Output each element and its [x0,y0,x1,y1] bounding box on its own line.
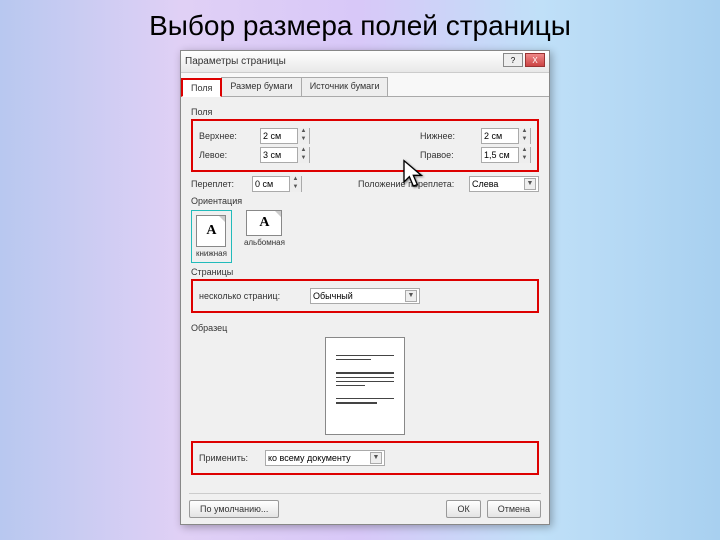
tab-fields[interactable]: Поля [181,78,222,97]
apply-to-label: Применить: [199,453,259,463]
margins-group-label: Поля [191,107,539,117]
pages-highlight: несколько страниц: Обычный▼ [191,279,539,313]
chevron-down-icon: ▼ [370,452,382,464]
orientation-portrait[interactable]: A книжная [196,215,227,258]
margins-highlight: Верхнее: ▲▼ Нижнее: ▲▼ Левое: ▲▼ [191,119,539,172]
cancel-button[interactable]: Отмена [487,500,541,518]
tab-paper-source[interactable]: Источник бумаги [301,77,389,96]
spin-up-icon[interactable]: ▲ [518,147,530,155]
spin-up-icon[interactable]: ▲ [297,128,309,136]
pages-label: Страницы [191,267,539,277]
left-margin-input[interactable]: ▲▼ [260,147,310,163]
titlebar: Параметры страницы ? X [181,51,549,73]
bottom-margin-input[interactable]: ▲▼ [481,128,531,144]
bottom-margin-label: Нижнее: [420,131,475,141]
tabs: Поля Размер бумаги Источник бумаги [181,73,549,97]
spin-down-icon[interactable]: ▼ [297,136,309,144]
multi-pages-label: несколько страниц: [199,291,304,301]
landscape-page-icon: A [246,210,282,236]
orientation-label: Ориентация [191,196,539,206]
gutter-pos-select[interactable]: Слева▼ [469,176,539,192]
top-margin-input[interactable]: ▲▼ [260,128,310,144]
gutter-label: Переплет: [191,179,246,189]
top-margin-label: Верхнее: [199,131,254,141]
spin-down-icon[interactable]: ▼ [297,155,309,163]
apply-highlight: Применить: ко всему документу▼ [191,441,539,475]
orientation-landscape[interactable]: A альбомная [244,210,285,263]
right-margin-label: Правое: [420,150,475,160]
apply-to-select[interactable]: ко всему документу▼ [265,450,385,466]
ok-button[interactable]: ОК [446,500,480,518]
dialog-title: Параметры страницы [185,56,286,67]
close-button[interactable]: X [525,53,545,67]
slide-title: Выбор размера полей страницы [0,10,720,42]
preview-label: Образец [191,323,539,333]
default-button[interactable]: По умолчанию... [189,500,279,518]
spin-up-icon[interactable]: ▲ [518,128,530,136]
portrait-page-icon: A [196,215,226,247]
spin-down-icon[interactable]: ▼ [518,136,530,144]
spin-down-icon[interactable]: ▼ [518,155,530,163]
landscape-label: альбомная [244,238,285,247]
page-setup-dialog: Параметры страницы ? X Поля Размер бумаг… [180,50,550,525]
portrait-label: книжная [196,249,227,258]
multi-pages-select[interactable]: Обычный▼ [310,288,420,304]
spin-up-icon[interactable]: ▲ [297,147,309,155]
right-margin-input[interactable]: ▲▼ [481,147,531,163]
chevron-down-icon: ▼ [405,290,417,302]
preview-page-icon [325,337,405,435]
help-button[interactable]: ? [503,53,523,67]
spin-down-icon[interactable]: ▼ [289,184,301,192]
gutter-input[interactable]: ▲▼ [252,176,302,192]
spin-up-icon[interactable]: ▲ [289,176,301,184]
gutter-pos-label: Положение переплета: [358,179,463,189]
dialog-footer: По умолчанию... ОК Отмена [189,493,541,518]
tab-paper-size[interactable]: Размер бумаги [221,77,301,96]
left-margin-label: Левое: [199,150,254,160]
chevron-down-icon: ▼ [524,178,536,190]
